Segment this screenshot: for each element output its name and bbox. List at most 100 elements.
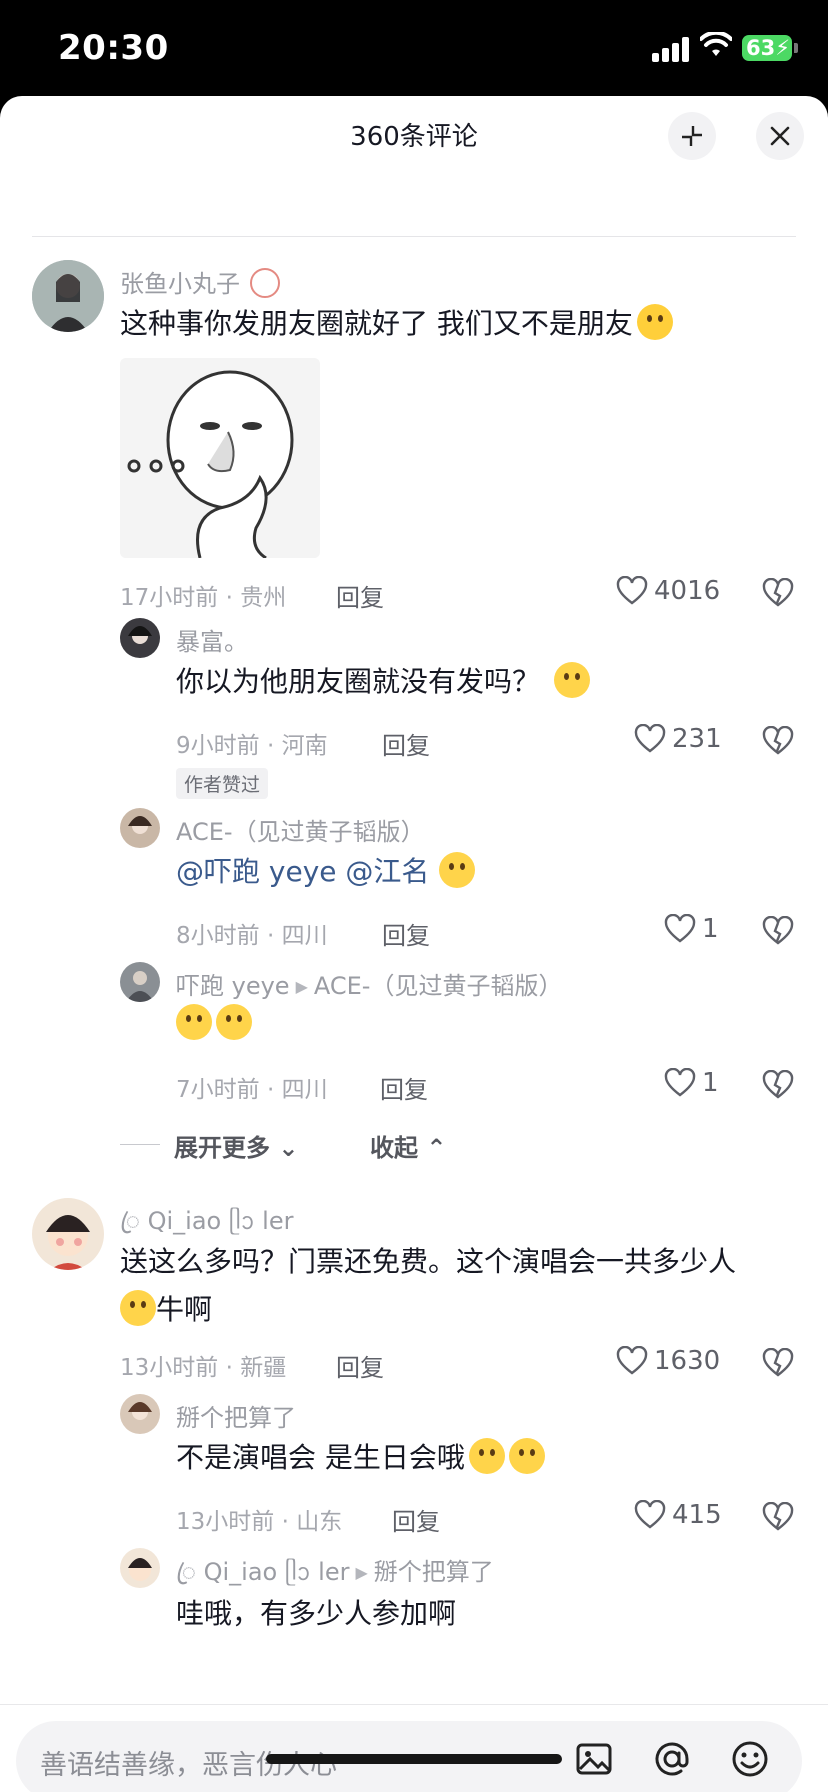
like-count: 231	[672, 724, 722, 754]
comment-text-content: 你以为他朋友圈就没有发吗？	[176, 665, 541, 698]
reply-to-user: ACE-（见过黄子韬版）	[313, 972, 563, 1000]
badge-icon	[249, 268, 280, 298]
like-button[interactable]: 1	[664, 914, 719, 944]
heart-icon	[664, 914, 696, 943]
comment-text: 不是演唱会 是生日会哦	[176, 1436, 545, 1476]
avatar[interactable]	[120, 1548, 160, 1588]
battery-level: 63	[746, 36, 776, 60]
avatar[interactable]	[120, 1394, 160, 1434]
avatar[interactable]	[120, 808, 160, 848]
heart-icon	[634, 1500, 666, 1529]
minimize-button[interactable]	[668, 112, 716, 160]
at-mention-icon[interactable]	[652, 1739, 692, 1779]
expand-more-button[interactable]: 展开更多 ⌄	[174, 1128, 298, 1163]
like-button[interactable]: 4016	[616, 576, 720, 606]
like-button[interactable]: 231	[634, 724, 722, 754]
comment-text-content: 不是演唱会 是生日会哦	[176, 1441, 465, 1474]
sticker-image[interactable]	[120, 358, 320, 558]
like-button[interactable]: 1630	[616, 1346, 720, 1376]
dislike-icon[interactable]	[762, 1348, 794, 1378]
comment-text	[176, 1004, 252, 1040]
comment-text: 送这么多吗？门票还免费。这个演唱会一共多少人	[120, 1245, 737, 1278]
avatar[interactable]	[32, 1198, 104, 1270]
like-count: 1	[702, 1068, 719, 1098]
mention-link[interactable]: @吓跑 yeye	[176, 855, 337, 888]
like-button[interactable]: 1	[664, 1068, 719, 1098]
chevron-up-icon: ⌃	[418, 1134, 447, 1162]
comment-meta: 17小时前 · 贵州	[120, 585, 287, 611]
signal-icon	[652, 36, 692, 62]
reply-arrow-icon: ▶	[355, 1563, 368, 1582]
home-indicator	[266, 1754, 562, 1764]
image-icon[interactable]	[574, 1739, 614, 1779]
shocked-emoji	[216, 1004, 252, 1040]
like-count: 415	[672, 1500, 722, 1530]
grin-emoji	[508, 1438, 545, 1474]
clock: 20:30	[58, 28, 169, 68]
comment-text: 你以为他朋友圈就没有发吗？	[176, 660, 591, 700]
username[interactable]: 暴富。	[176, 622, 248, 657]
username-text: 吓跑 yeye	[176, 972, 290, 1000]
collapse-label: 收起	[370, 1134, 418, 1162]
avatar[interactable]	[120, 962, 160, 1002]
pleading-emoji	[439, 852, 476, 888]
reply-to-user: 掰个把算了	[373, 1558, 494, 1586]
emoji-icon[interactable]	[730, 1739, 770, 1779]
avatar[interactable]	[120, 618, 160, 658]
wifi-icon	[700, 32, 732, 56]
username[interactable]: 张鱼小丸子	[120, 264, 280, 299]
close-icon	[770, 126, 790, 146]
heart-icon	[616, 576, 648, 605]
username-text: 张鱼小丸子	[120, 270, 240, 298]
chevron-down-icon: ⌄	[270, 1134, 299, 1162]
dislike-icon[interactable]	[762, 1502, 794, 1532]
heart-icon	[664, 1068, 696, 1097]
username[interactable]: 吓跑 yeye ▶ ACE-（见过黄子韬版）	[176, 966, 562, 1001]
shocked-emoji	[176, 1004, 212, 1040]
username[interactable]: 掰个把算了	[176, 1398, 296, 1433]
author-liked-badge: 作者赞过	[176, 768, 269, 799]
dislike-icon[interactable]	[762, 578, 794, 608]
comment-text-line2: 牛啊	[120, 1288, 212, 1328]
reply-button[interactable]: 回复	[336, 1348, 384, 1383]
collapse-button[interactable]: 收起 ⌃	[370, 1128, 446, 1163]
dislike-icon[interactable]	[762, 1070, 794, 1100]
reply-button[interactable]: 回复	[382, 916, 430, 951]
comments-sheet: 360条评论 张鱼小丸子 这种事你发朋友圈就好了 我们又不是朋友 17小时前 ·…	[0, 96, 828, 1792]
reply-arrow-icon: ▶	[295, 977, 308, 996]
like-button[interactable]: 415	[634, 1500, 722, 1530]
reply-button[interactable]: 回复	[380, 1070, 428, 1105]
battery-cap	[794, 43, 798, 53]
like-count: 1630	[654, 1346, 721, 1376]
reply-button[interactable]: 回复	[392, 1502, 440, 1537]
comment-meta: 13小时前 · 新疆	[120, 1355, 287, 1381]
reply-button[interactable]: 回复	[336, 578, 384, 613]
reply-button[interactable]: 回复	[382, 726, 430, 761]
comment-text: @吓跑 yeye @江名	[176, 850, 476, 890]
username[interactable]: ACE-（见过黄子韬版）	[176, 812, 425, 847]
like-count: 4016	[654, 576, 721, 606]
comment-meta: 13小时前 · 山东	[176, 1509, 343, 1535]
collapse-icon	[682, 126, 702, 146]
comment-text-content: 牛啊	[156, 1293, 213, 1326]
heart-icon	[634, 724, 666, 753]
battery-icon: 63 ⚡	[742, 35, 792, 61]
close-button[interactable]	[756, 112, 804, 160]
username-text: ꦿ Qi_iao ᥫᩣ ler	[176, 1558, 350, 1586]
status-bar: 20:30 63 ⚡	[0, 0, 828, 96]
comment-meta: 7小时前 · 四川	[176, 1077, 328, 1103]
comment-meta: 9小时前 · 河南	[176, 733, 328, 759]
dislike-icon[interactable]	[762, 916, 794, 946]
comment-text-content: 这种事你发朋友圈就好了 我们又不是朋友	[120, 307, 633, 340]
wink-tongue-emoji	[554, 662, 591, 698]
expand-label: 展开更多	[174, 1134, 270, 1162]
comment-meta: 8小时前 · 四川	[176, 923, 328, 949]
avatar[interactable]	[32, 260, 104, 332]
mention-link[interactable]: @江名	[345, 855, 429, 888]
heart-icon	[616, 1346, 648, 1375]
grin-emoji	[468, 1438, 505, 1474]
like-count: 1	[702, 914, 719, 944]
divider	[32, 236, 796, 237]
thread-divider	[120, 1144, 160, 1145]
dislike-icon[interactable]	[762, 726, 794, 756]
